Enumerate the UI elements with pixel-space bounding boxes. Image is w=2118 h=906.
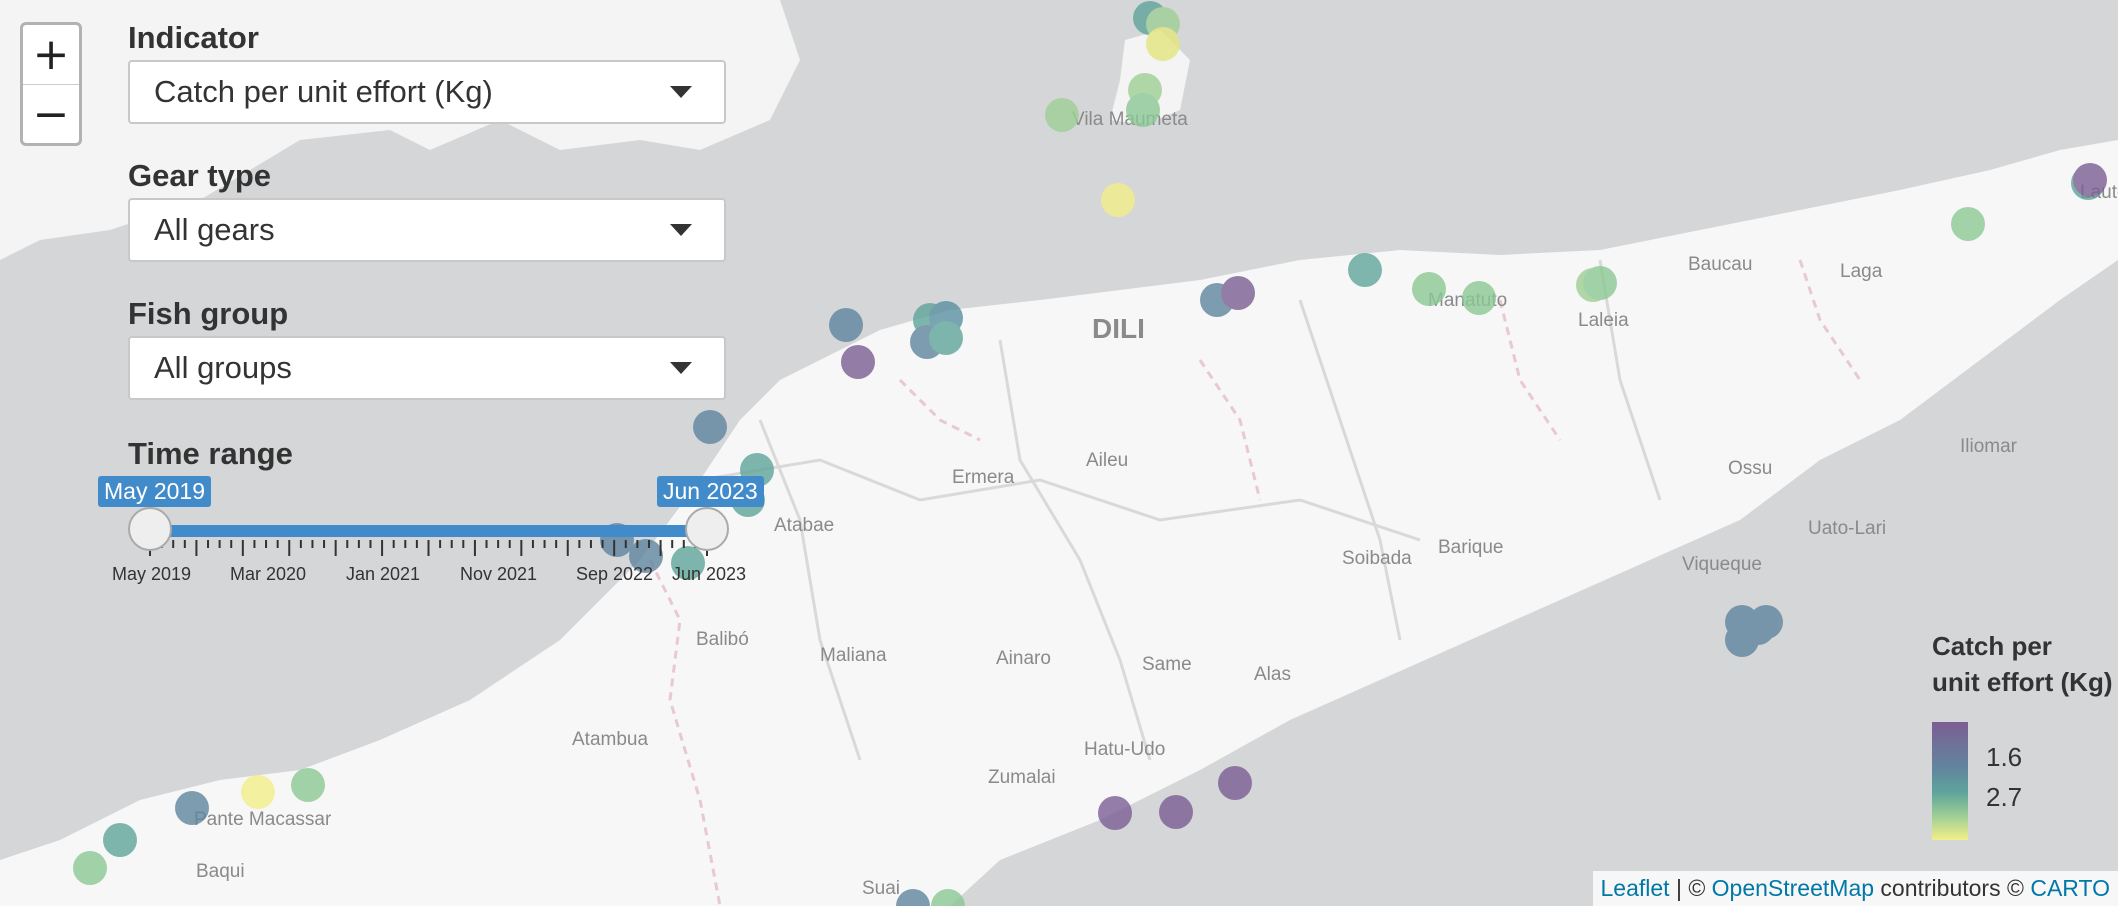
- time-slider-fill: [150, 525, 707, 537]
- marker[interactable]: [829, 308, 863, 342]
- time-slider-ticks: [149, 540, 708, 556]
- chevron-down-icon: [670, 224, 692, 236]
- label-viqueque: Viqueque: [1682, 554, 1762, 575]
- marker[interactable]: [929, 321, 963, 355]
- fish-value: All groups: [154, 350, 292, 385]
- gear-label: Gear type: [128, 158, 272, 193]
- marker[interactable]: [1462, 281, 1496, 315]
- marker[interactable]: [1098, 796, 1132, 830]
- legend-title-line: Catch per: [1932, 631, 2052, 661]
- label-atabae: Atabae: [774, 515, 834, 536]
- fish-select[interactable]: All groups: [128, 336, 726, 400]
- label-atambua: Atambua: [572, 729, 648, 750]
- label-ermera: Ermera: [952, 467, 1015, 488]
- time-start-handle[interactable]: [128, 507, 172, 551]
- marker[interactable]: [1221, 276, 1255, 310]
- tick-label: Nov 2021: [460, 564, 538, 584]
- gear-select[interactable]: All gears: [128, 198, 726, 262]
- label-laga: Laga: [1840, 261, 1883, 282]
- chevron-down-icon: [670, 362, 692, 374]
- label-uato-lari: Uato-Lari: [1808, 518, 1886, 539]
- marker[interactable]: [693, 410, 727, 444]
- osm-link[interactable]: OpenStreetMap: [1712, 875, 1874, 901]
- label-soibada: Soibada: [1342, 548, 1412, 569]
- label-same: Same: [1142, 654, 1192, 675]
- chevron-down-icon: [670, 86, 692, 98]
- time-range-label: Time range: [128, 436, 293, 471]
- map-attribution: Leaflet | © OpenStreetMap contributors ©…: [1592, 871, 2118, 906]
- label-pante-macassar: Pante Macassar: [194, 809, 332, 830]
- gear-value: All gears: [154, 212, 275, 247]
- marker[interactable]: [103, 823, 137, 857]
- marker[interactable]: [1741, 611, 1775, 645]
- label-laleia: Laleia: [1578, 310, 1629, 331]
- attribution-text: contributors ©: [1874, 875, 2031, 901]
- zoom-control: + −: [20, 22, 82, 146]
- tick-label: Mar 2020: [230, 564, 307, 584]
- marker[interactable]: [175, 791, 209, 825]
- marker[interactable]: [2073, 163, 2107, 197]
- legend-value: 2.7: [1986, 782, 2023, 812]
- marker[interactable]: [291, 768, 325, 802]
- carto-link[interactable]: CARTO: [2030, 875, 2110, 901]
- label-barique: Barique: [1438, 537, 1504, 558]
- marker[interactable]: [1583, 266, 1617, 300]
- marker[interactable]: [1951, 207, 1985, 241]
- legend-title-line: unit effort (Kg): [1932, 667, 2113, 697]
- label-ainaro: Ainaro: [996, 648, 1051, 669]
- marker[interactable]: [1045, 98, 1079, 132]
- label-dili: DILI: [1092, 313, 1145, 344]
- zoom-out-button[interactable]: −: [23, 85, 79, 143]
- label-aileu: Aileu: [1086, 450, 1128, 471]
- marker[interactable]: [1159, 795, 1193, 829]
- label-baucau: Baucau: [1688, 254, 1752, 275]
- label-baqui: Baqui: [196, 861, 245, 882]
- map-canvas[interactable]: DILI Vila Maumeta Manatuto Laleia Baucau…: [0, 0, 2118, 906]
- time-end-handle[interactable]: [685, 507, 729, 551]
- label-zumalai: Zumalai: [988, 767, 1056, 788]
- indicator-value: Catch per unit effort (Kg): [154, 74, 493, 109]
- label-balibo: Balibó: [696, 629, 749, 650]
- leaflet-link[interactable]: Leaflet: [1601, 875, 1670, 901]
- label-alas: Alas: [1254, 664, 1291, 685]
- label-suai: Suai: [862, 878, 900, 899]
- label-iliomar: Iliomar: [1960, 436, 2018, 457]
- marker[interactable]: [1218, 766, 1252, 800]
- tick-label: Sep 2022: [576, 564, 654, 584]
- legend-value: 1.6: [1986, 742, 2023, 772]
- marker[interactable]: [241, 775, 275, 809]
- indicator-label: Indicator: [128, 20, 259, 55]
- fish-label: Fish group: [128, 296, 289, 331]
- tick-label: May 2019: [112, 564, 192, 584]
- label-maliana: Maliana: [820, 645, 887, 666]
- indicator-select[interactable]: Catch per unit effort (Kg): [128, 60, 726, 124]
- legend-color-bar: [1932, 722, 1968, 840]
- marker[interactable]: [1101, 183, 1135, 217]
- zoom-in-button[interactable]: +: [23, 25, 79, 84]
- label-ossu: Ossu: [1728, 458, 1772, 479]
- marker[interactable]: [1348, 253, 1382, 287]
- marker[interactable]: [1412, 272, 1446, 306]
- marker[interactable]: [1126, 93, 1160, 127]
- marker[interactable]: [841, 345, 875, 379]
- time-start-badge: May 2019: [98, 476, 212, 507]
- label-hatu-udo: Hatu-Udo: [1084, 739, 1165, 760]
- time-end-badge: Jun 2023: [657, 476, 764, 507]
- marker[interactable]: [73, 851, 107, 885]
- attribution-text: | ©: [1669, 875, 1712, 901]
- marker[interactable]: [1146, 27, 1180, 61]
- legend-title: Catch per unit effort (Kg): [1932, 628, 2113, 700]
- tick-label: Jan 2021: [346, 564, 421, 584]
- tick-label: Jun 2023: [672, 564, 747, 584]
